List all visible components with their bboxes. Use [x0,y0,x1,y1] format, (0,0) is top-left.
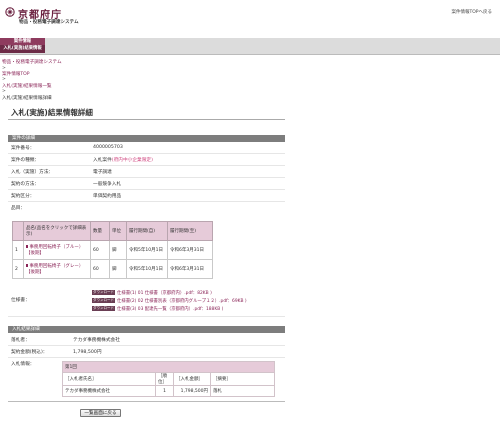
row-divider [8,357,285,358]
contract-method-value: 一般競争入札 [93,182,122,187]
breadcrumb-separator: > [2,89,6,94]
kyoto-emblem-icon [5,7,15,17]
unit-cell: 脚 [109,259,127,279]
spec-download-link-2[interactable]: ダウンロード 仕様書(2) 02 仕様書別表（京都府内グループ１２）.pdf：69… [92,298,247,304]
back-to-list-button[interactable]: 一覧画面に戻る [80,409,121,417]
item-name-cell: 事務用回転椅子（ブルー） 【後期】 [23,240,91,260]
breadcrumb-separator: > [2,77,6,82]
table-row: テカダ事務機株式会社 1 1,798,500円 落札 [62,385,275,397]
winner-label: 落札者： [11,338,30,343]
spec-label: 仕様書： [11,298,30,303]
case-info-top-link[interactable]: 案件情報TOPへ戻る [451,9,492,15]
col-header-bidder: ［入札者氏名］ [62,372,156,386]
row-divider [8,153,285,154]
logo-subtitle: 物品・役務電子調達システム [19,20,79,25]
case-type-label: 案件の種類： [11,158,40,163]
case-number-label: 案件番号： [11,146,35,151]
unit-cell: 脚 [109,240,127,260]
item-name-link[interactable]: 事務用回転椅子（ブルー） [29,245,83,250]
col-header-rank: ［順位］ [155,372,174,386]
quantity-cell: 60 [90,240,110,260]
contract-amount-label: 契約金額(税込)： [11,350,48,355]
row-divider [8,345,285,346]
tab-case-info[interactable]: 案件情報 [0,38,45,45]
table-row: 1 事務用回転椅子（ブルー） 【後期】 60 脚 令和5年10月1日 令和6年3月… [12,240,213,260]
bid-method-label: 入札（実施）方法： [11,170,54,175]
items-label: 品目： [11,206,26,211]
bidder-name-cell: テカダ事務機株式会社 [62,385,156,397]
row-divider [8,189,285,190]
item-name-link[interactable]: 事務用回転椅子（グレー） [29,264,83,269]
spec-file-name[interactable]: 仕様書(3) 03 配達先一覧（京都府内）.pdf：188KB ) [117,307,223,312]
bid-round-label: 第1回 [62,361,275,373]
items-table-header: 品名(品名をクリックで詳細表示) 数量 単位 履行期間(自) 履行期間(至) [12,221,213,241]
row-divider [8,316,285,317]
contract-amount-value: 1,798,500円 [73,350,102,355]
quantity-cell: 60 [90,259,110,279]
breadcrumb-case-top[interactable]: 案件情報TOP [2,71,30,77]
table-row: 2 事務用回転椅子（グレー） 【後期】 60 脚 令和5年10月1日 令和6年3月… [12,259,213,279]
breadcrumb-current: 入札(実施)結果情報詳細 [2,96,52,101]
period-to-cell: 令和6年3月31日 [167,259,213,279]
spec-file-name[interactable]: 仕様書(2) 02 仕様書別表（京都府内グループ１２）.pdf：69KB ) [117,299,247,304]
contract-category-label: 契約区分： [11,194,35,199]
row-number: 2 [12,259,24,279]
row-divider [8,177,285,178]
bid-method-value: 電子調達 [93,170,112,175]
row-divider [8,201,285,202]
case-type-note: (府内中小企業限定) [111,158,153,163]
case-detail-section-header: 案件の詳細 [8,135,285,142]
case-type-value: 入札案件(府内中小企業限定) [93,157,153,163]
item-period-tag: 【後期】 [26,251,44,256]
contract-method-label: 契約の方法： [11,182,40,187]
item-name-cell: 事務用回転椅子（グレー） 【後期】 [23,259,91,279]
bid-amount-cell: 1,798,500円 [173,385,211,397]
bid-result-table: 第1回 ［入札者氏名］ ［順位］ ［入札金額］ ［摘要］ テカダ事務機株式会社 … [62,361,275,397]
period-from-cell: 令和5年10月1日 [126,259,168,279]
col-header-period-to: 履行期間(至) [167,221,213,241]
bid-info-label: 入札情報： [11,362,35,367]
row-divider [8,165,285,166]
spec-download-link-3[interactable]: ダウンロード 仕様書(3) 03 配達先一覧（京都府内）.pdf：188KB ) [92,306,223,312]
bid-result-header: ［入札者氏名］ ［順位］ ［入札金額］ ［摘要］ [62,372,275,386]
items-table: 品名(品名をクリックで詳細表示) 数量 単位 履行期間(自) 履行期間(至) 1… [12,221,213,279]
item-period-tag: 【後期】 [26,270,44,275]
remarks-cell: 落札 [210,385,275,397]
page-title: 入札(実施)結果情報詳細 [11,108,93,117]
period-from-cell: 令和5年10月1日 [126,240,168,260]
breadcrumb-system[interactable]: 物品・役務電子調達システム [2,59,62,65]
case-number-value: 4000005703 [93,145,123,150]
bottom-divider [8,401,285,402]
spec-file-name[interactable]: 仕様書(1) 01 仕様書（京都府内）.pdf：82KB ) [117,291,212,296]
contract-category-value: 単価契約用品 [93,194,122,199]
col-header-unit: 単位 [109,221,127,241]
spec-download-link-1[interactable]: ダウンロード 仕様書(1) 01 仕様書（京都府内）.pdf：82KB ) [92,290,212,296]
download-badge: ダウンロード [92,298,115,303]
rank-cell: 1 [155,385,174,397]
row-number: 1 [12,240,24,260]
bid-round-caption: 第1回 [62,361,275,373]
nav-bar [0,38,500,55]
period-to-cell: 令和6年3月31日 [167,240,213,260]
col-header-remarks: ［摘要］ [210,372,275,386]
winner-value: テカダ事務機株式会社 [73,338,120,343]
tab-bid-results[interactable]: 入札(実施)結果情報 [0,45,45,53]
title-divider [8,119,285,120]
col-header-bid-amount: ［入札金額］ [173,372,211,386]
result-detail-section-header: 入札結果詳細 [8,326,285,333]
case-type-text: 入札案件 [93,158,112,163]
download-badge: ダウンロード [92,306,115,311]
col-header-item-name: 品名(品名をクリックで詳細表示) [23,221,91,241]
col-header-period-from: 履行期間(自) [126,221,168,241]
download-badge: ダウンロード [92,290,115,295]
col-header-no [12,221,24,241]
breadcrumb-result-list[interactable]: 入札(実施)結果情報一覧 [2,83,52,89]
col-header-quantity: 数量 [90,221,110,241]
